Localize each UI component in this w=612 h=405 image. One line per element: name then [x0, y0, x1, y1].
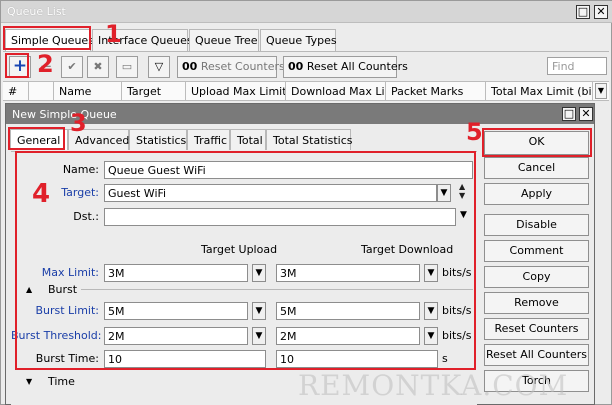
annotation-3: 3 — [70, 109, 87, 137]
apply-button[interactable]: Apply — [484, 183, 589, 205]
counter-icon: 00 — [182, 60, 198, 73]
queue-list-titlebar[interactable]: Queue List □ ✕ — [1, 1, 612, 23]
tab-queue-tree[interactable]: Queue Tree — [189, 29, 259, 51]
annotation-1: 1 — [105, 20, 122, 48]
filter-icon[interactable]: ▽ — [148, 56, 170, 78]
annotation-4: 4 — [32, 179, 51, 209]
disable-icon[interactable]: ✖ — [87, 56, 109, 78]
col-packet-marks[interactable]: Packet Marks — [386, 82, 486, 100]
disable-button[interactable]: Disable — [484, 214, 589, 236]
tab-statistics[interactable]: Statistics — [129, 129, 187, 150]
col-target[interactable]: Target — [122, 82, 186, 100]
col-flags[interactable] — [29, 82, 54, 100]
window-title: Queue List — [7, 5, 66, 18]
find-input[interactable]: Find — [547, 57, 607, 75]
enable-icon[interactable]: ✔ — [61, 56, 83, 78]
restore-icon[interactable]: □ — [562, 107, 576, 121]
col-name[interactable]: Name — [54, 82, 122, 100]
col-number[interactable]: # — [3, 82, 29, 100]
tab-total-statistics[interactable]: Total Statistics — [266, 129, 353, 150]
tab-label: Total Statistics — [273, 134, 353, 147]
tab-queue-types[interactable]: Queue Types — [260, 29, 337, 51]
highlight-ok-button — [482, 128, 592, 157]
tab-traffic[interactable]: Traffic — [187, 129, 230, 150]
highlight-form — [15, 151, 476, 370]
annotation-2: 2 — [37, 50, 54, 78]
time-section-label: Time — [48, 375, 75, 388]
remove-button[interactable]: Remove — [484, 292, 589, 314]
dialog-titlebar[interactable]: New Simple Queue □ ✕ — [6, 104, 594, 124]
col-upload-max-limit[interactable]: Upload Max Limit — [186, 82, 286, 100]
highlight-add-button — [5, 53, 29, 78]
close-icon[interactable]: ✕ — [579, 107, 593, 121]
reset-counters-label: Reset Counters — [200, 60, 285, 73]
reset-counters-button[interactable]: Reset Counters — [484, 318, 589, 340]
col-total-max-limit[interactable]: Total Max Limit (bi... — [486, 82, 593, 100]
tab-label: Total — [237, 134, 263, 147]
tab-divider — [3, 51, 609, 52]
copy-button[interactable]: Copy — [484, 266, 589, 288]
col-download-max-limit[interactable]: Download Max Limit — [286, 82, 386, 100]
annotation-5: 5 — [466, 118, 483, 146]
reset-counters-button[interactable]: 00 Reset Counters — [177, 56, 285, 78]
time-expand-icon[interactable]: ▼ — [26, 377, 32, 386]
toolbar: + − ✔ ✖ ▭ ▽ 00 Reset Counters 00 Reset A… — [3, 53, 609, 81]
tab-label: Queue Tree — [195, 34, 258, 47]
watermark: REMONTKA.COM — [298, 369, 569, 402]
comment-button[interactable]: Comment — [484, 240, 589, 262]
tab-total[interactable]: Total — [230, 129, 266, 150]
tab-label: Traffic — [194, 134, 228, 147]
highlight-simple-queues — [3, 26, 91, 50]
cancel-button[interactable]: Cancel — [484, 157, 589, 179]
comment-icon[interactable]: ▭ — [116, 56, 138, 78]
close-icon[interactable]: ✕ — [594, 5, 608, 19]
reset-all-counters-label: Reset All Counters — [306, 60, 408, 73]
restore-icon[interactable]: □ — [576, 5, 590, 19]
queue-table-header: # Name Target Upload Max Limit Download … — [3, 81, 609, 101]
highlight-general-tab — [8, 127, 65, 150]
counter-icon: 00 — [288, 60, 304, 73]
tab-label: Queue Types — [266, 34, 337, 47]
reset-all-counters-button[interactable]: Reset All Counters — [484, 344, 589, 366]
dialog-title: New Simple Queue — [12, 108, 117, 121]
tab-label: Statistics — [136, 134, 187, 147]
reset-all-counters-button[interactable]: 00 Reset All Counters — [283, 56, 408, 78]
column-menu-icon[interactable]: ▼ — [595, 83, 607, 99]
